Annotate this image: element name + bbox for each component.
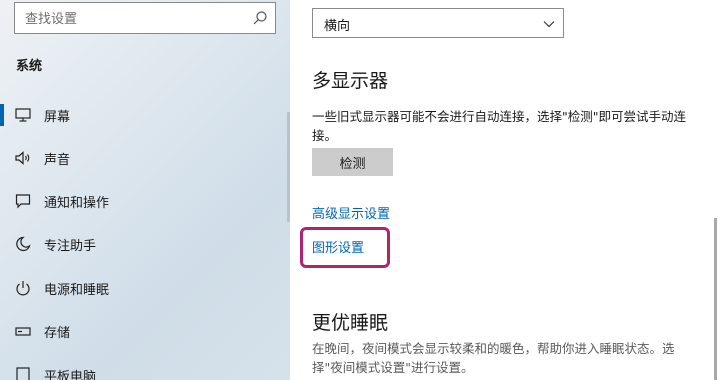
sidebar-item-label: 平板电脑 <box>44 370 97 380</box>
sidebar-item-label: 专注助手 <box>44 239 97 254</box>
sidebar: 系统 屏幕 声音 通知和操作 专注助手 电源和 <box>0 0 290 380</box>
notification-icon <box>15 194 31 209</box>
main-content: 横向 多显示器 一些旧式显示器可能不会进行自动连接，选择"检测"即可尝试手动连接… <box>290 0 720 380</box>
sidebar-item-focus-assist[interactable]: 专注助手 <box>0 224 287 264</box>
chevron-down-icon <box>543 21 555 28</box>
active-indicator <box>0 104 4 126</box>
multi-display-heading: 多显示器 <box>312 70 389 92</box>
monitor-icon <box>15 108 31 122</box>
search-box[interactable] <box>14 2 276 34</box>
search-icon[interactable] <box>251 9 269 27</box>
power-icon <box>16 281 30 296</box>
sidebar-item-label: 电源和睡眠 <box>44 283 110 298</box>
advanced-display-settings-link[interactable]: 高级显示设置 <box>312 203 390 222</box>
detect-button[interactable]: 检测 <box>312 148 393 176</box>
orientation-dropdown[interactable]: 横向 <box>312 8 564 38</box>
moon-icon <box>16 236 31 252</box>
multi-display-description: 一些旧式显示器可能不会进行自动连接，选择"检测"即可尝试手动连接。 <box>312 109 687 143</box>
speaker-icon <box>15 151 30 165</box>
main-scrollbar[interactable] <box>714 218 717 380</box>
night-light-heading: 更优睡眠 <box>312 312 389 334</box>
sidebar-item-notifications[interactable]: 通知和操作 <box>0 181 287 221</box>
sidebar-item-label: 存储 <box>44 326 71 341</box>
sidebar-item-tablet[interactable]: 平板电脑 <box>0 355 287 380</box>
sidebar-item-label: 屏幕 <box>44 110 71 125</box>
search-input[interactable] <box>25 9 245 29</box>
sidebar-item-display[interactable]: 屏幕 <box>0 95 287 135</box>
graphics-settings-link[interactable]: 图形设置 <box>312 237 364 256</box>
night-light-description: 在晚间，夜间模式会显示较柔和的暖色，帮助你进入睡眠状态。选择"夜间模式设置"进行… <box>312 341 675 375</box>
sidebar-item-label: 通知和操作 <box>44 196 110 211</box>
sidebar-item-power-sleep[interactable]: 电源和睡眠 <box>0 268 287 308</box>
sidebar-item-label: 声音 <box>44 153 71 168</box>
sidebar-section-title: 系统 <box>16 59 43 74</box>
orientation-value: 横向 <box>324 19 351 34</box>
storage-icon <box>15 327 31 336</box>
sidebar-item-sound[interactable]: 声音 <box>0 138 287 178</box>
sidebar-item-storage[interactable]: 存储 <box>0 311 287 351</box>
tablet-icon <box>16 367 30 380</box>
